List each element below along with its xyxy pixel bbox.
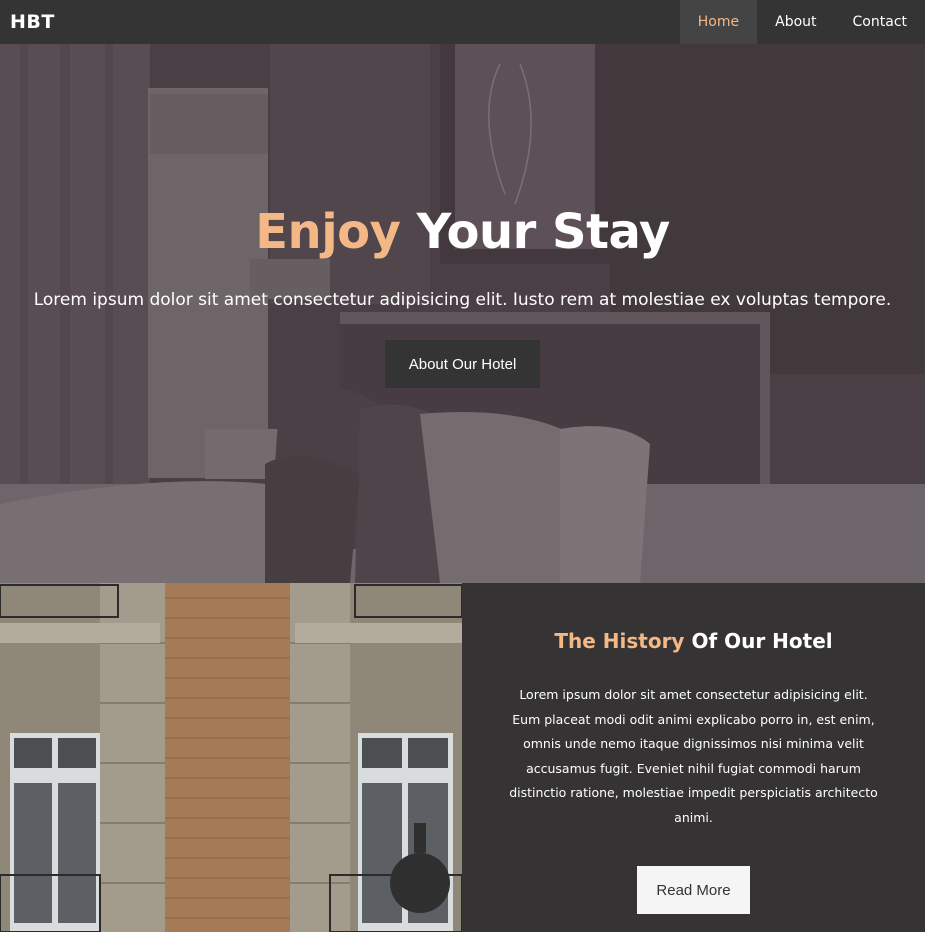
nav-link-home[interactable]: Home [679,0,758,44]
history-title-accent: The History [554,629,685,653]
history-section: The History Of Our Hotel Lorem ipsum dol… [0,583,925,932]
history-title-rest: Of Our Hotel [691,629,833,653]
hero-description: Lorem ipsum dolor sit amet consectetur a… [33,290,892,310]
hero-title-rest: Your Stay [416,204,671,260]
hero-title-accent: Enjoy [255,204,401,260]
nav-link-about[interactable]: About [757,0,834,44]
nav-link-contact[interactable]: Contact [835,0,925,44]
hero-title: Enjoy Your Stay [255,204,670,260]
history-description: Lorem ipsum dolor sit amet consectetur a… [509,687,878,825]
about-hotel-button[interactable]: About Our Hotel [385,340,540,388]
hero-content: Enjoy Your Stay Lorem ipsum dolor sit am… [0,44,925,583]
hero-section: Enjoy Your Stay Lorem ipsum dolor sit am… [0,44,925,583]
brand-logo[interactable]: HBT [0,11,55,33]
history-title: The History Of Our Hotel [554,629,832,653]
nav-links: Home About Contact [679,0,925,44]
navbar: HBT Home About Contact [0,0,925,44]
history-building-image [0,583,462,932]
history-content: The History Of Our Hotel Lorem ipsum dol… [462,583,925,932]
read-more-button[interactable]: Read More [637,866,750,914]
